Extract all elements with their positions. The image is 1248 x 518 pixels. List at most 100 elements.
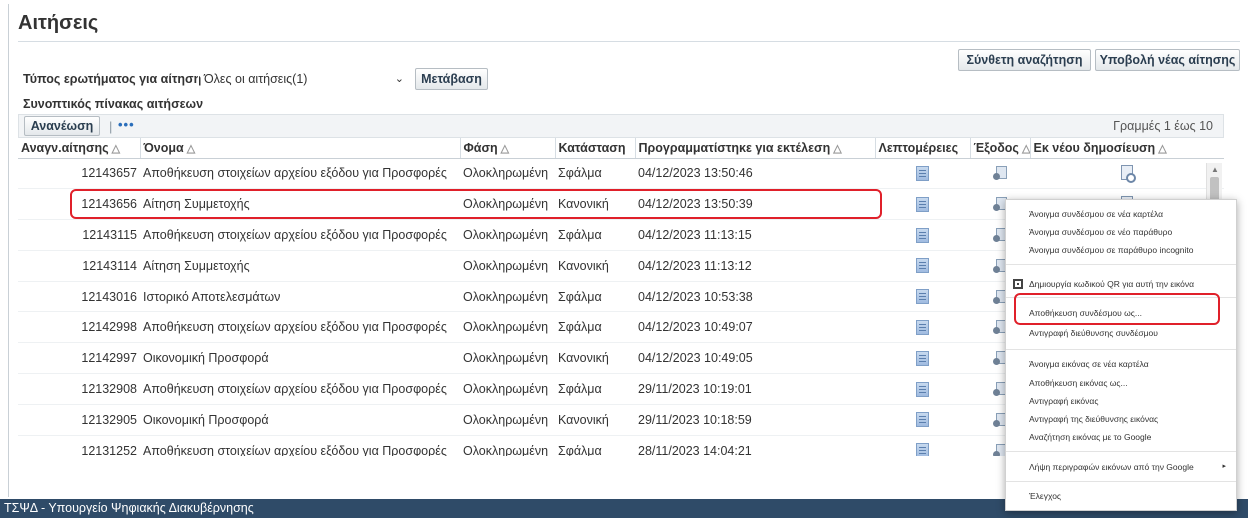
column-header-id[interactable]: Αναγν.αίτησης △ (18, 138, 141, 159)
table-header-row: Αναγν.αίτησης △ Όνομα △ Φάση △ Κατάσταση Πρ… (18, 138, 1224, 159)
sort-icon[interactable]: △ (501, 143, 509, 155)
rows-range-info: Γραμμές 1 έως 10 (1113, 119, 1213, 133)
ctx-get-image-descriptions-label: Λήψη περιγραφών εικόνων από την Google (1029, 462, 1194, 472)
status-cell: Κανονική (555, 342, 635, 375)
ctx-search-image-google[interactable]: Αναζήτηση εικόνας με το Google (1006, 428, 1236, 446)
status-cell: Κανονική (555, 404, 635, 436)
republish-icon[interactable] (1120, 165, 1136, 184)
request-name-cell: Αποθήκευση στοιχείων αρχείου εξόδου για … (140, 311, 460, 344)
request-name-cell: Οικονομική Προσφορά (140, 404, 460, 436)
details-cell (875, 188, 970, 221)
qr-code-icon (1013, 279, 1023, 289)
column-header-status: Κατάσταση (555, 138, 636, 159)
ctx-create-qr-code[interactable]: Δημιουργία κωδικού QR για αυτή την εικόν… (1006, 275, 1236, 293)
ctx-save-link-as[interactable]: Αποθήκευση συνδέσμου ως... (1006, 304, 1236, 322)
sort-icon[interactable]: △ (1022, 143, 1029, 155)
ctx-open-image-new-tab[interactable]: Άνοιγμα εικόνας σε νέα καρτέλα (1006, 355, 1236, 373)
submenu-arrow-icon: ▸ (1222, 463, 1226, 470)
more-actions-icon[interactable]: ••• (118, 117, 135, 132)
scheduled-cell: 04/12/2023 10:53:38 (635, 281, 875, 313)
details-icon[interactable] (916, 350, 929, 366)
column-header-phase[interactable]: Φάση △ (460, 138, 556, 159)
scheduled-cell: 04/12/2023 13:50:39 (635, 188, 875, 221)
ctx-separator (1006, 481, 1236, 482)
ctx-separator (1006, 451, 1236, 452)
details-icon[interactable] (916, 289, 929, 305)
output-icon[interactable] (992, 165, 1008, 181)
ctx-copy-image[interactable]: Αντιγραφή εικόνας (1006, 392, 1236, 410)
go-button[interactable]: Μετάβαση (415, 68, 488, 90)
details-icon[interactable] (916, 196, 929, 212)
sort-icon[interactable]: △ (187, 143, 195, 155)
table-row: 12143657 Αποθήκευση στοιχείων αρχείου εξό… (18, 158, 1224, 190)
query-type-select[interactable]: Όλες οι αιτήσεις(1) ⌄ (198, 69, 409, 89)
table-toolbar: Ανανέωση | ••• Γραμμές 1 έως 10 (18, 114, 1224, 138)
details-icon[interactable] (916, 381, 929, 397)
chevron-down-icon: ⌄ (394, 73, 404, 85)
details-cell (875, 373, 970, 405)
scheduled-cell: 04/12/2023 10:49:07 (635, 311, 875, 344)
details-cell (875, 342, 970, 375)
scheduled-cell: 04/12/2023 10:49:05 (635, 342, 875, 375)
sort-icon[interactable]: △ (112, 143, 120, 155)
details-icon[interactable] (916, 412, 929, 428)
query-type-label: Τύπος ερωτήματος για αίτηση (23, 72, 202, 86)
status-cell: Κανονική (555, 188, 635, 221)
request-id-cell: 12143115 (18, 219, 140, 251)
request-name-cell: Οικονομική Προσφορά (140, 342, 460, 375)
scheduled-cell: 28/11/2023 14:04:21 (635, 435, 875, 456)
request-id-cell: 12142998 (18, 311, 140, 344)
request-name-cell: Αποθήκευση στοιχείων αρχείου εξόδου για … (140, 435, 460, 456)
toolbar-separator: | (109, 119, 113, 134)
details-cell (875, 219, 970, 251)
details-cell (875, 250, 970, 282)
phase-cell: Ολοκληρωμένη (460, 219, 555, 251)
details-icon[interactable] (916, 166, 929, 181)
column-header-output[interactable]: Έξοδος △ (970, 138, 1031, 159)
phase-cell: Ολοκληρωμένη (460, 311, 555, 344)
new-request-button[interactable]: Υποβολή νέας αίτησης (1095, 49, 1240, 71)
republish-cell (1030, 158, 1224, 190)
sort-icon[interactable]: △ (1158, 143, 1166, 155)
status-cell: Σφάλμα (555, 281, 635, 313)
ctx-open-link-new-window[interactable]: Άνοιγμα συνδέσμου σε νέο παράθυρο (1006, 223, 1236, 241)
details-cell (875, 281, 970, 313)
scheduled-cell: 29/11/2023 10:19:01 (635, 373, 875, 405)
ctx-save-image-as[interactable]: Αποθήκευση εικόνας ως... (1006, 374, 1236, 392)
summary-table-title: Συνοπτικός πίνακας αιτήσεων (23, 97, 204, 111)
ctx-inspect[interactable]: Έλεγχος (1006, 487, 1236, 505)
details-icon[interactable] (916, 319, 929, 335)
column-header-republish[interactable]: Εκ νέου δημοσίευση △ (1030, 138, 1224, 159)
phase-cell: Ολοκληρωμένη (460, 342, 555, 375)
title-divider (18, 41, 1240, 42)
scheduled-cell: 04/12/2023 11:13:12 (635, 250, 875, 282)
phase-cell: Ολοκληρωμένη (460, 158, 555, 190)
ctx-copy-image-address[interactable]: Αντιγραφή της διεύθυνσης εικόνας (1006, 410, 1236, 428)
ctx-copy-link-address[interactable]: Αντιγραφή διεύθυνσης συνδέσμου (1006, 324, 1236, 342)
column-header-details: Λεπτομέρειες (875, 138, 971, 159)
request-name-cell: Αίτηση Συμμετοχής (140, 188, 460, 221)
ctx-create-qr-label: Δημιουργία κωδικού QR για αυτή την εικόν… (1029, 279, 1195, 289)
details-icon[interactable] (916, 443, 929, 456)
request-id-cell: 12131252 (18, 435, 140, 456)
ctx-open-link-new-tab[interactable]: Άνοιγμα συνδέσμου σε νέα καρτέλα (1006, 205, 1236, 223)
request-name-cell: Αποθήκευση στοιχείων αρχείου εξόδου για … (140, 219, 460, 251)
advanced-search-button[interactable]: Σύνθετη αναζήτηση (958, 49, 1091, 71)
context-menu: Άνοιγμα συνδέσμου σε νέα καρτέλα Άνοιγμα… (1005, 199, 1237, 511)
status-cell: Σφάλμα (555, 435, 635, 456)
details-cell (875, 158, 970, 190)
column-header-scheduled[interactable]: Προγραμματίστηκε για εκτέλεση △ (635, 138, 876, 159)
refresh-button[interactable]: Ανανέωση (24, 116, 100, 136)
ctx-open-link-incognito[interactable]: Άνοιγμα συνδέσμου σε παράθυρο incognito (1006, 241, 1236, 259)
column-header-name[interactable]: Όνομα △ (140, 138, 461, 159)
details-cell (875, 311, 970, 344)
details-icon[interactable] (916, 227, 929, 243)
details-icon[interactable] (916, 258, 929, 274)
status-cell: Σφάλμα (555, 311, 635, 344)
phase-cell: Ολοκληρωμένη (460, 250, 555, 282)
details-cell (875, 404, 970, 436)
status-cell: Σφάλμα (555, 219, 635, 251)
ctx-get-image-descriptions[interactable]: Λήψη περιγραφών εικόνων από την Google ▸ (1006, 458, 1236, 476)
sort-icon[interactable]: △ (833, 143, 841, 155)
scroll-up-icon[interactable]: ▲ (1211, 165, 1219, 174)
